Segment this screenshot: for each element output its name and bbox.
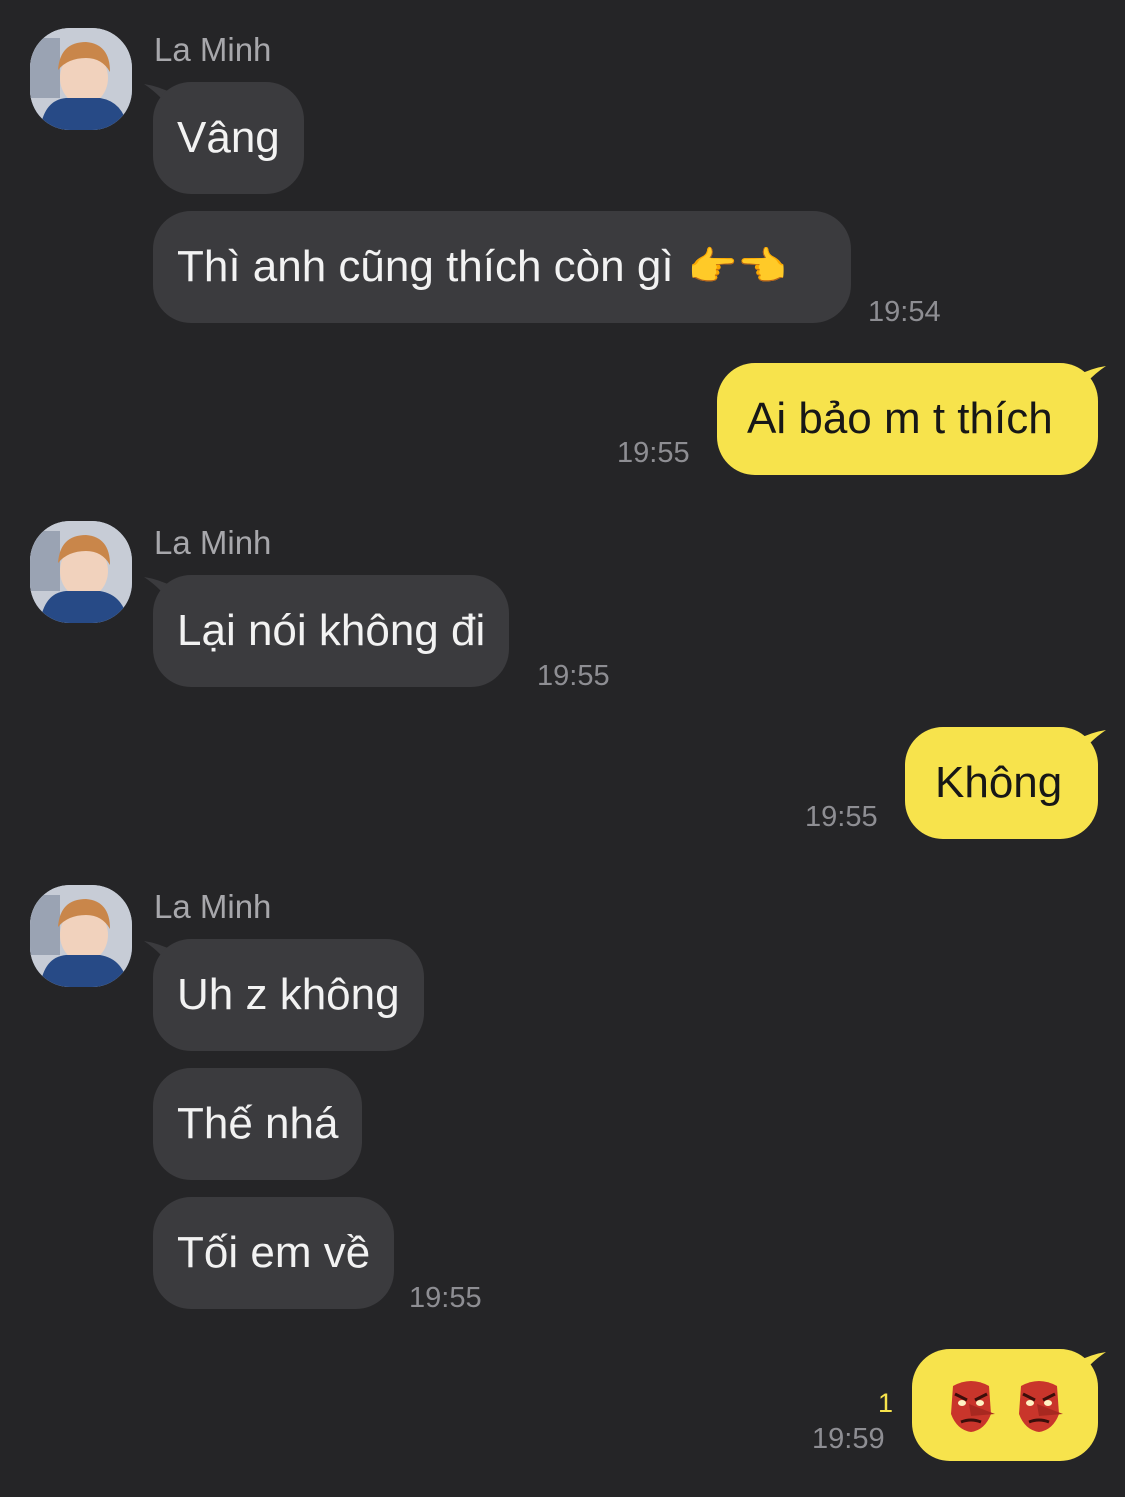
message-text: Không bbox=[935, 758, 1063, 807]
message-timestamp: 19:55 bbox=[617, 437, 690, 469]
avatar[interactable] bbox=[30, 885, 132, 987]
message-timestamp: 19:55 bbox=[537, 660, 610, 692]
pointing-hands-emoji: 👉👈 bbox=[687, 245, 788, 289]
message-timestamp: 19:55 bbox=[409, 1282, 482, 1314]
message-text: Thì anh cũng thích còn gì bbox=[177, 242, 674, 291]
message-text: Tối em về bbox=[177, 1228, 371, 1277]
sender-name: La Minh bbox=[154, 524, 272, 561]
message-bubble-incoming[interactable]: Tối em về bbox=[153, 1197, 395, 1309]
sender-name: La Minh bbox=[154, 31, 272, 68]
bubble-tail bbox=[1076, 366, 1106, 396]
tengu-mask-icon bbox=[1019, 1381, 1063, 1432]
message-text: Ai bảo m t thích bbox=[747, 394, 1053, 443]
message-text: Vâng bbox=[177, 113, 280, 162]
message-bubble-incoming[interactable]: Thế nhá bbox=[153, 1068, 363, 1180]
message-bubble-outgoing[interactable] bbox=[912, 1349, 1098, 1461]
tengu-mask-icon bbox=[951, 1381, 995, 1432]
message-timestamp: 19:54 bbox=[868, 296, 941, 328]
message-bubble-incoming[interactable]: Uh z không bbox=[153, 939, 424, 1051]
message-text: Uh z không bbox=[177, 970, 400, 1019]
message-bubble-outgoing[interactable]: Ai bảo m t thích bbox=[717, 363, 1098, 475]
message-bubble-incoming[interactable]: Lại nói không đi bbox=[153, 575, 510, 687]
sender-name: La Minh bbox=[154, 888, 272, 925]
message-bubble-incoming[interactable]: Thì anh cũng thích còn gì 👉👈 bbox=[153, 211, 851, 323]
message-bubble-outgoing[interactable]: Không bbox=[905, 727, 1098, 839]
bubble-tail bbox=[1076, 730, 1106, 760]
message-text: Lại nói không đi bbox=[177, 606, 486, 655]
message-text: Thế nhá bbox=[177, 1099, 339, 1148]
message-timestamp: 19:55 bbox=[805, 801, 878, 833]
avatar[interactable] bbox=[30, 28, 132, 130]
message-bubble-incoming[interactable]: Vâng bbox=[153, 82, 304, 194]
unread-count: 1 bbox=[878, 1388, 894, 1418]
avatar[interactable] bbox=[30, 521, 132, 623]
message-timestamp: 19:59 bbox=[812, 1423, 885, 1455]
bubble-tail bbox=[1076, 1352, 1106, 1382]
